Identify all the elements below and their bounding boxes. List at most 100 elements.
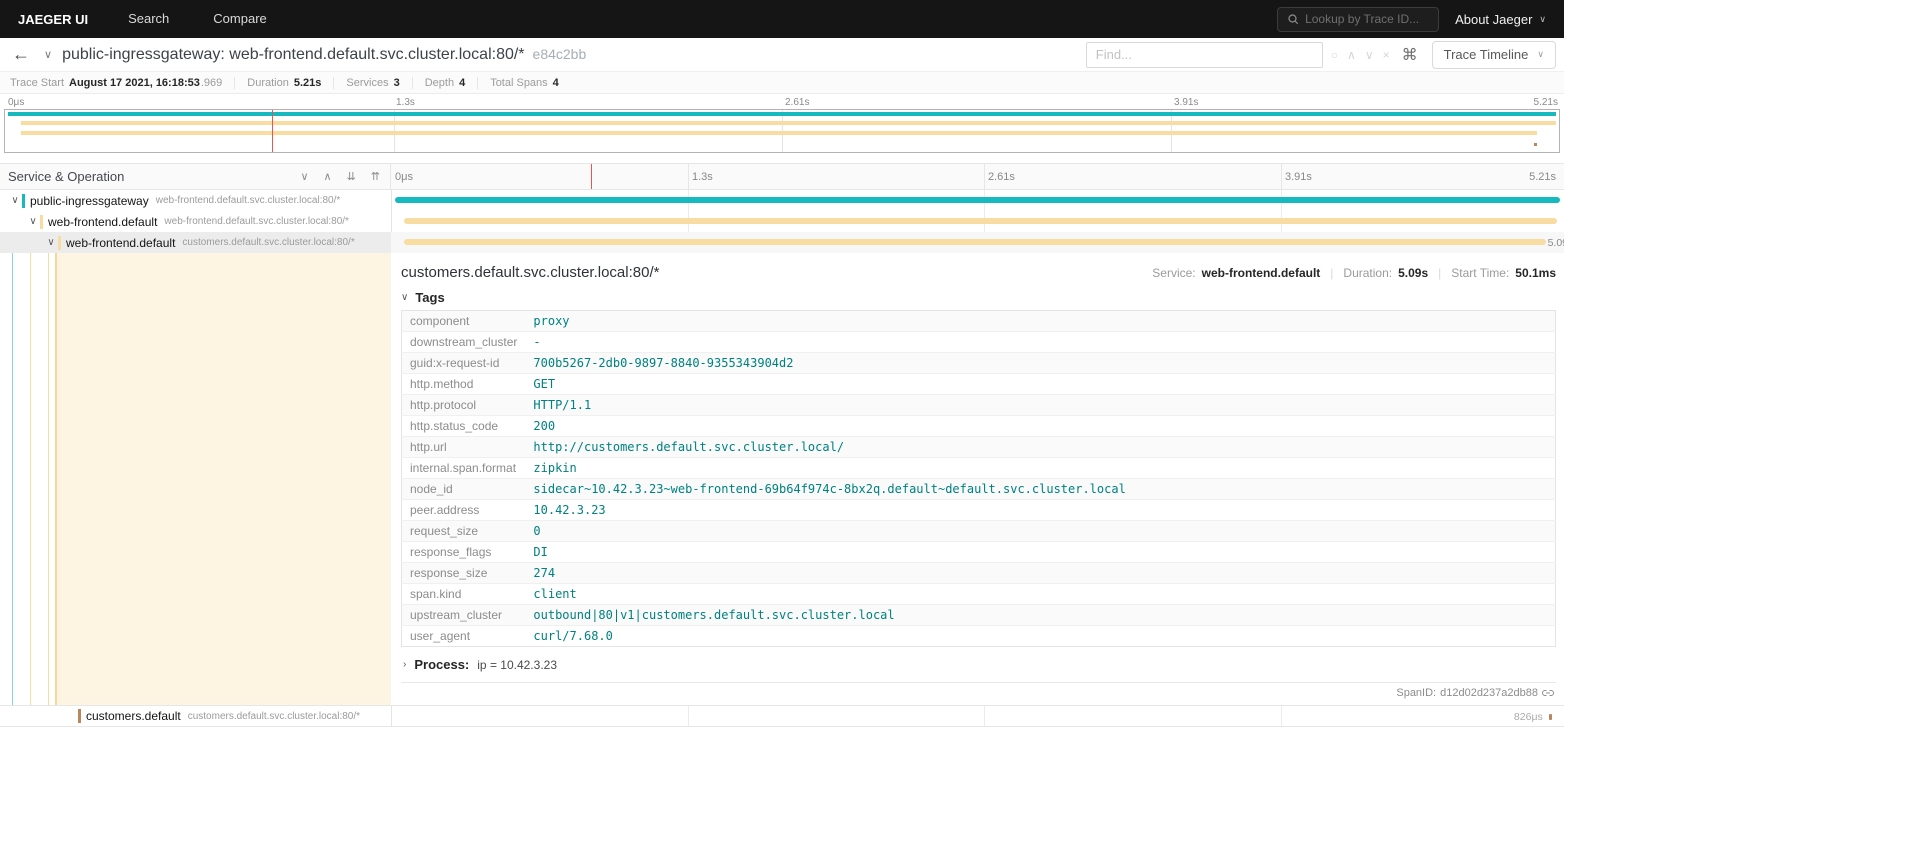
- trace-summary-bar: Trace Start August 17 2021, 16:18:53 .96…: [0, 72, 1564, 94]
- expand-one-icon[interactable]: ∧: [324, 170, 332, 183]
- brand-jaeger-ui[interactable]: JAEGER UI: [0, 12, 106, 27]
- chevron-right-icon: ›: [403, 659, 407, 670]
- trace-view-label: Trace Timeline: [1443, 47, 1529, 62]
- trace-id: e84c2bb: [532, 45, 587, 62]
- summary-duration: Duration 5.21s: [235, 76, 335, 89]
- tree-controls: ∨ ∧ ⇊ ⇈: [300, 170, 380, 183]
- span-name-cell[interactable]: ∨ web-frontend.default web-frontend.defa…: [0, 211, 391, 232]
- trace-page-header: ← ∨ public-ingressgateway: web-frontend.…: [0, 38, 1564, 72]
- minimap-tick: 0μs: [8, 97, 25, 108]
- prev-match-icon[interactable]: ∧: [1347, 48, 1356, 62]
- tags-title: Tags: [415, 290, 445, 305]
- next-match-icon[interactable]: ∨: [1365, 48, 1374, 62]
- tag-row: peer.address 10.42.3.23: [401, 499, 1556, 521]
- span-bar[interactable]: [1548, 714, 1552, 720]
- detail-service-value: web-frontend.default: [1201, 266, 1321, 280]
- search-icon: [1288, 14, 1299, 25]
- span-name-cell[interactable]: customers.default customers.default.svc.…: [0, 706, 391, 726]
- find-input[interactable]: [1085, 41, 1323, 68]
- span-id-row: SpanID: d12d02d237a2db88: [401, 687, 1556, 699]
- tag-row: guid:x-request-id 700b5267-2db0-9897-8840…: [401, 352, 1556, 374]
- span-detail-row: customers.default.svc.cluster.local:80/*…: [0, 253, 1564, 705]
- tag-row: http.url http://customers.default.svc.clu…: [401, 436, 1556, 458]
- minimap-tick: 5.21s: [1533, 97, 1558, 108]
- timeline-tick: 0μs: [395, 171, 413, 183]
- trace-lookup-box[interactable]: [1277, 6, 1440, 32]
- collapse-all-icon[interactable]: ⇊: [347, 170, 356, 183]
- process-accordion-toggle[interactable]: › Process: ip = 10.42.3.23: [401, 657, 1556, 672]
- span-operation-name: customers.default.svc.cluster.local:80/*: [182, 237, 355, 248]
- about-jaeger-label: About Jaeger: [1455, 11, 1533, 27]
- summary-services: Services 3: [334, 76, 413, 89]
- span-bar[interactable]: [395, 197, 1560, 203]
- tag-row: component proxy: [401, 310, 1556, 332]
- detail-duration-value: 5.09s: [1398, 266, 1429, 280]
- nav-right: About Jaeger ∨: [1277, 6, 1564, 32]
- tree-guide-line: [48, 253, 49, 705]
- span-service-name: customers.default: [78, 709, 181, 723]
- expand-all-icon[interactable]: ⇈: [371, 170, 380, 183]
- tick-gridline: [1280, 164, 1282, 189]
- timeline-ticks-header: 0μs 1.3s 2.61s 3.91s 5.21s: [391, 164, 1564, 189]
- minimap-tick: 3.91s: [1174, 97, 1199, 108]
- nav-item-search[interactable]: Search: [106, 0, 191, 38]
- clear-find-icon[interactable]: ×: [1383, 48, 1390, 62]
- span-service-name: web-frontend.default: [58, 235, 175, 250]
- span-operation-name: web-frontend.default.svc.cluster.local:8…: [155, 195, 341, 206]
- tag-row: request_size 0: [401, 520, 1556, 542]
- process-value: ip = 10.42.3.23: [477, 657, 557, 672]
- timeline-header-row: Service & Operation ∨ ∧ ⇊ ⇈ 0μs 1.3s 2.6…: [0, 163, 1564, 190]
- tag-row: downstream_cluster -: [401, 331, 1556, 353]
- trace-minimap: 0μs 1.3s 2.61s 3.91s 5.21s: [0, 94, 1564, 157]
- keyboard-shortcuts-icon[interactable]: ⌘: [1402, 45, 1418, 65]
- collapse-header-chevron-icon[interactable]: ∨: [44, 48, 52, 61]
- span-operation-name: customers.default.svc.cluster.local:80/*: [187, 710, 361, 722]
- span-timeline-cell: [391, 211, 1564, 232]
- span-timeline-cell: [391, 190, 1564, 211]
- span-name-cell[interactable]: ∨ web-frontend.default customers.default…: [0, 232, 391, 253]
- tag-row: response_flags DI: [401, 541, 1556, 563]
- span-bar[interactable]: [403, 218, 1557, 224]
- span-detail-title: customers.default.svc.cluster.local:80/*: [401, 264, 660, 281]
- span-rows: ∨ public-ingressgateway web-frontend.def…: [0, 190, 1564, 727]
- timeline-tick: 1.3s: [692, 171, 713, 183]
- chevron-down-icon[interactable]: ∨: [26, 216, 40, 227]
- service-operation-title: Service & Operation: [8, 169, 125, 184]
- span-timeline-cell: 5.09s: [391, 232, 1564, 253]
- tags-table: component proxy downstream_cluster - guid:…: [401, 310, 1556, 647]
- detail-start-time-value: 50.1ms: [1515, 266, 1556, 280]
- trace-lookup-input[interactable]: [1305, 12, 1430, 26]
- detail-divider: [401, 682, 1556, 683]
- tags-accordion-toggle[interactable]: ∨ Tags: [401, 290, 1556, 305]
- minimap-tick: 2.61s: [785, 97, 810, 108]
- span-operation-name: web-frontend.default.svc.cluster.local:8…: [164, 216, 349, 227]
- match-count-icon[interactable]: ○: [1331, 48, 1338, 62]
- tag-row: node_id sidecar~10.42.3.23~web-frontend-6…: [401, 478, 1556, 500]
- link-icon[interactable]: [1542, 687, 1554, 699]
- chevron-down-icon[interactable]: ∨: [44, 237, 58, 248]
- back-button[interactable]: ←: [12, 44, 42, 65]
- nav-item-compare[interactable]: Compare: [191, 0, 288, 38]
- span-row-web-frontend-customers: ∨ web-frontend.default customers.default…: [0, 232, 1564, 253]
- span-id-label: SpanID:: [1396, 687, 1437, 699]
- minimap-tick: 1.3s: [396, 97, 415, 108]
- span-detail-left-gutter: [0, 253, 391, 705]
- about-jaeger-menu[interactable]: About Jaeger ∨: [1455, 12, 1546, 27]
- chevron-down-icon: ∨: [1537, 49, 1544, 59]
- minimap-canvas[interactable]: [4, 109, 1560, 153]
- tag-row: http.protocol HTTP/1.1: [401, 394, 1556, 416]
- find-controls: ○ ∧ ∨ ×: [1331, 48, 1390, 62]
- tick-gridline: [983, 164, 985, 189]
- span-row-web-frontend: ∨ web-frontend.default web-frontend.defa…: [0, 211, 1564, 232]
- collapse-one-icon[interactable]: ∨: [300, 170, 308, 183]
- span-row-public-ingressgateway: ∨ public-ingressgateway web-frontend.def…: [0, 190, 1564, 211]
- minimap-span-web-frontend: [20, 121, 1556, 125]
- tree-guide-line: [12, 253, 13, 705]
- trace-view-selector[interactable]: Trace Timeline ∨: [1431, 40, 1556, 69]
- span-name-cell[interactable]: ∨ public-ingressgateway web-frontend.def…: [0, 190, 391, 211]
- tag-row: span.kind client: [401, 583, 1556, 605]
- span-bar[interactable]: [403, 239, 1547, 245]
- chevron-down-icon[interactable]: ∨: [8, 195, 22, 206]
- chevron-down-icon: ∨: [401, 292, 409, 303]
- tick-gridline: [688, 164, 689, 189]
